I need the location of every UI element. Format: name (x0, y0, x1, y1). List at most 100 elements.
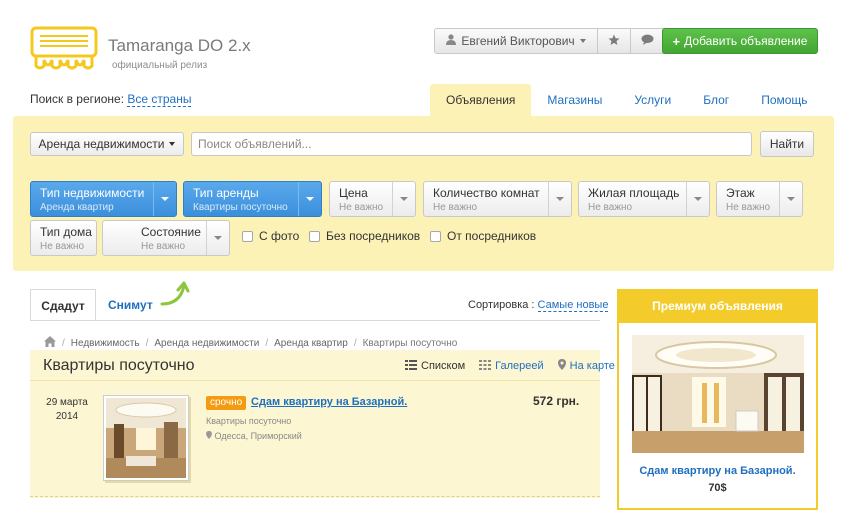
filter-title: Тип дома (40, 225, 92, 239)
list-divider (30, 380, 600, 381)
filter-floor[interactable]: Этаж Не важно (716, 181, 803, 217)
view-list[interactable]: Списком (405, 359, 465, 373)
breadcrumb: / Недвижимость / Аренда недвижимости / А… (44, 336, 457, 350)
listing-thumbnail[interactable] (103, 395, 189, 481)
filter-house-type[interactable]: Тип дома Не важно (30, 220, 97, 256)
checkbox-with-photo[interactable]: С фото (242, 229, 299, 243)
listing-date-year: 2014 (55, 411, 79, 422)
checkbox-label: С фото (259, 229, 300, 243)
region-selector: Поиск в регионе: Все страны (30, 92, 192, 107)
breadcrumb-separator: / (62, 337, 65, 349)
user-name: Евгений Викторович (461, 34, 575, 48)
favorites-button[interactable] (598, 28, 631, 54)
messages-button[interactable] (631, 28, 664, 54)
search-input[interactable] (191, 132, 752, 156)
filter-price[interactable]: Цена Не важно (329, 181, 416, 217)
checkbox-label: Без посредников (326, 229, 421, 243)
add-listing-button[interactable]: + Добавить объявление (662, 28, 818, 54)
checkbox-box[interactable] (430, 230, 441, 242)
tab-shops[interactable]: Магазины (531, 84, 618, 116)
filter-value: Не важно (141, 241, 186, 252)
tab-help[interactable]: Помощь (745, 84, 823, 116)
filter-divider (206, 221, 207, 255)
region-link[interactable]: Все страны (127, 92, 192, 107)
caret-down-icon (214, 236, 222, 240)
tab-offer[interactable]: Сдадут (30, 289, 96, 321)
listing-title[interactable]: Сдам квартиру на Базарной. (251, 396, 407, 408)
chat-icon (641, 34, 654, 48)
checkbox-no-agents[interactable]: Без посредников (309, 229, 420, 243)
caret-down-icon (161, 197, 169, 201)
breadcrumb-link[interactable]: Аренда недвижимости (154, 338, 259, 349)
breadcrumb-link[interactable]: Недвижимость (71, 338, 140, 349)
room-photo (632, 335, 804, 453)
filter-rooms[interactable]: Количество комнат Не важно (423, 181, 572, 217)
filter-value: Не важно (433, 202, 478, 213)
user-button-group: Евгений Викторович (434, 28, 664, 54)
filter-rent-type[interactable]: Тип аренды Квартиры посуточно (183, 181, 322, 217)
filter-property-type[interactable]: Тип недвижимости Аренда квартир (30, 181, 177, 217)
tab-blog[interactable]: Блог (687, 84, 745, 116)
site-name[interactable]: Tamaranga DO 2.x (108, 36, 251, 56)
sort-label: Сортировка : (468, 299, 535, 311)
map-marker-icon (206, 431, 215, 441)
site-subtitle: официальный релиз (112, 60, 208, 71)
filter-value: Аренда квартир (40, 202, 114, 213)
view-map[interactable]: На карте (557, 359, 615, 373)
listing-location-text: Одесса, Приморский (214, 431, 302, 441)
filter-divider (153, 182, 154, 216)
checkbox-box[interactable] (309, 230, 320, 242)
filter-divider (779, 182, 780, 216)
filter-living-area[interactable]: Жилая площадь Не важно (578, 181, 710, 217)
filter-condition[interactable]: Состояние Не важно (102, 220, 230, 256)
site-logo[interactable] (30, 26, 98, 72)
premium-photo[interactable] (632, 335, 804, 453)
listing-date-day: 29 марта (46, 397, 88, 408)
checkbox-label: От посредников (447, 229, 537, 243)
filter-divider (548, 182, 549, 216)
premium-heading: Премиум объявления (617, 289, 818, 323)
main-tabs: Объявления Магазины Услуги Блог Помощь (430, 84, 824, 116)
premium-listing-price: 70$ (708, 482, 727, 494)
caret-down-icon (400, 197, 408, 201)
tab-services[interactable]: Услуги (618, 84, 687, 116)
caret-down-icon (306, 197, 314, 201)
category-label: Аренда недвижимости (38, 137, 165, 151)
filter-divider (686, 182, 687, 216)
breadcrumb-current: Квартиры посуточно (362, 337, 458, 349)
filter-value: Квартиры посуточно (193, 202, 288, 213)
sort-link[interactable]: Самые новые (537, 299, 609, 312)
star-icon (608, 34, 620, 49)
room-photo (106, 398, 186, 478)
region-label: Поиск в регионе: (30, 92, 125, 106)
breadcrumb-link[interactable]: Аренда квартир (274, 338, 348, 349)
tab-seek[interactable]: Снимут (108, 298, 153, 312)
search-button[interactable]: Найти (760, 131, 814, 157)
listing-price: 572 грн. (533, 394, 580, 408)
sort-control: Сортировка : Самые новые (468, 299, 609, 312)
filter-title: Этаж (726, 186, 755, 200)
view-gallery[interactable]: Галереей (479, 359, 544, 373)
filter-title: Жилая площадь (588, 186, 680, 200)
plus-icon: + (672, 33, 681, 49)
filter-title: Тип аренды (193, 186, 259, 200)
listing-category: Квартиры посуточно (206, 416, 292, 426)
filter-title: Количество комнат (433, 186, 540, 200)
home-icon[interactable] (44, 336, 56, 350)
grid-icon (479, 359, 492, 373)
premium-listing-title[interactable]: Сдам квартиру на Базарной. (617, 465, 818, 477)
category-dropdown[interactable]: Аренда недвижимости (30, 132, 184, 156)
filter-value: Не важно (588, 202, 633, 213)
filter-divider (298, 182, 299, 216)
listing-location: Одесса, Приморский (206, 431, 302, 441)
view-gallery-label[interactable]: Галереей (495, 360, 544, 372)
checkbox-box[interactable] (242, 230, 253, 242)
tab-listings[interactable]: Объявления (430, 84, 532, 116)
chevron-down-icon (579, 39, 586, 43)
caret-down-icon (169, 142, 176, 146)
view-map-label[interactable]: На карте (570, 360, 615, 372)
user-menu-button[interactable]: Евгений Викторович (434, 28, 598, 54)
view-switcher: Списком Галереей На карте (405, 359, 615, 373)
page-title: Квартиры посуточно (43, 357, 195, 374)
checkbox-from-agents[interactable]: От посредников (430, 229, 536, 243)
